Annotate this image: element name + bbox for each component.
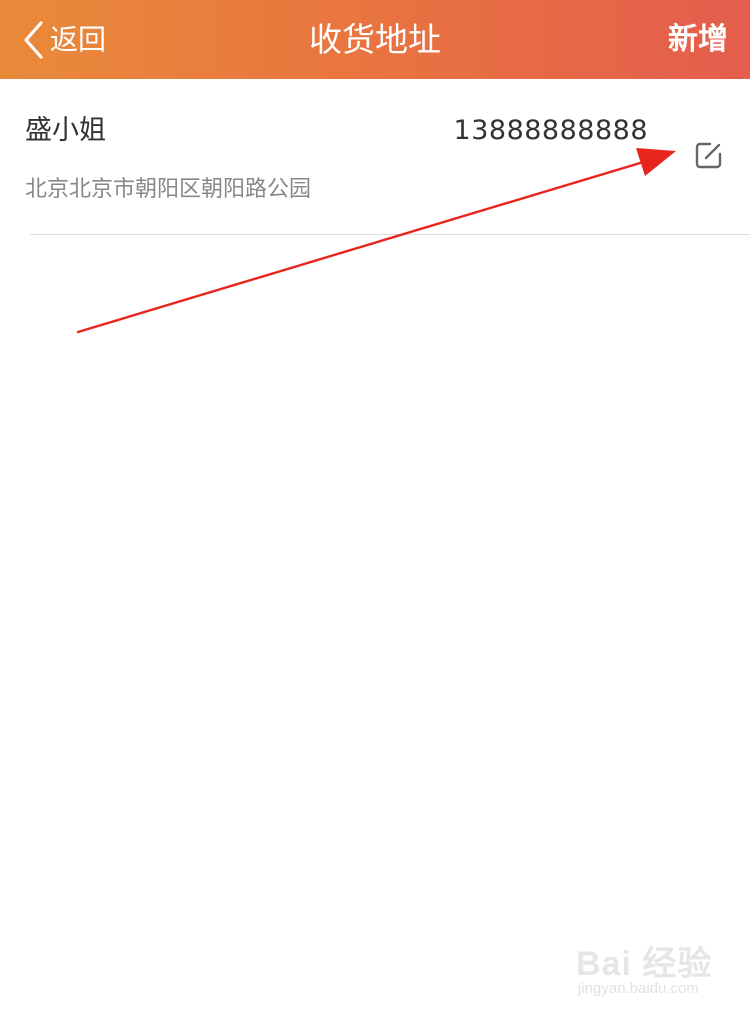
address-detail: 北京北京市朝阳区朝阳路公园 bbox=[25, 177, 312, 202]
address-list-item[interactable]: 盛小姐 13888888888 北京北京市朝阳区朝阳路公园 bbox=[0, 79, 750, 235]
divider bbox=[30, 234, 750, 235]
address-list-screen: 返回 收货地址 新增 盛小姐 13888888888 北京北京市朝阳区朝阳路公园… bbox=[0, 0, 750, 1017]
watermark: Bai 经验 jingyan.baidu.com bbox=[572, 936, 722, 1002]
recipient-name: 盛小姐 bbox=[25, 115, 106, 146]
watermark-url: jingyan.baidu.com bbox=[578, 980, 699, 997]
add-address-button[interactable]: 新增 bbox=[668, 18, 728, 62]
watermark-logo: Bai 经验 bbox=[576, 945, 713, 983]
edit-icon[interactable] bbox=[694, 140, 724, 170]
recipient-phone: 13888888888 bbox=[453, 115, 648, 146]
nav-bar: 返回 收货地址 新增 bbox=[0, 0, 750, 79]
page-title: 收货地址 bbox=[309, 20, 441, 59]
